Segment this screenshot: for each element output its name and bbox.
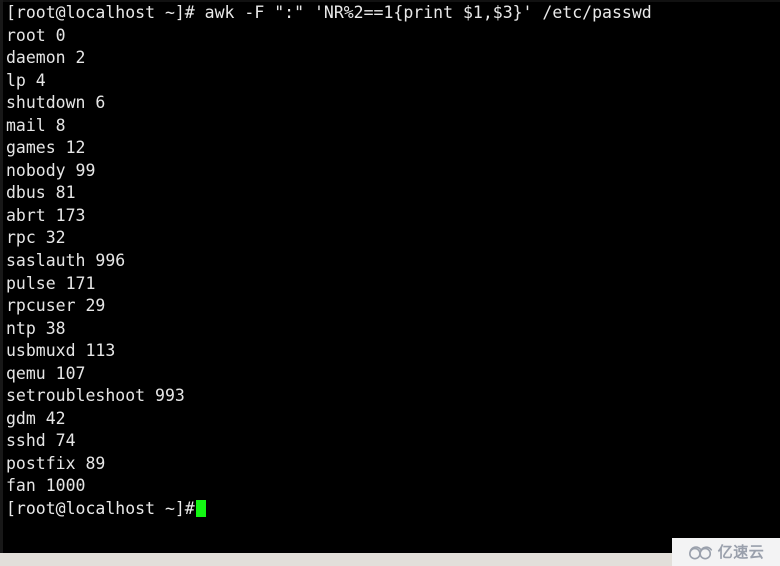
screenshot-root: [root@localhost ~]# awk -F ":" 'NR%2==1{… (0, 0, 780, 566)
terminal-output-row: pulse 171 (6, 273, 96, 293)
terminal-input-line[interactable]: [root@localhost ~]# (6, 498, 776, 521)
terminal-prompt: [root@localhost ~]# (6, 499, 195, 519)
terminal-output-area: [root@localhost ~]# awk -F ":" 'NR%2==1{… (6, 2, 776, 521)
terminal-output-row: mail 8 (6, 115, 66, 135)
terminal-output-row: setroubleshoot 993 (6, 386, 185, 406)
terminal-output-row: ntp 38 (6, 318, 66, 338)
terminal-output-row: usbmuxd 113 (6, 341, 116, 361)
terminal-left-edge (0, 0, 3, 553)
terminal-output-row: rpcuser 29 (6, 296, 106, 316)
terminal-output-row: rpc 32 (6, 228, 66, 248)
terminal-output-row: sshd 74 (6, 431, 76, 451)
watermark-text: 亿速云 (717, 542, 765, 561)
status-bar (0, 553, 780, 566)
terminal-output-row: fan 1000 (6, 476, 86, 496)
terminal-output-row: qemu 107 (6, 363, 86, 383)
terminal-output-row: abrt 173 (6, 205, 86, 225)
terminal-window[interactable]: [root@localhost ~]# awk -F ":" 'NR%2==1{… (0, 0, 780, 553)
terminal-output-row: lp 4 (6, 70, 46, 90)
terminal-output-row: root 0 (6, 25, 66, 45)
terminal-output-row: games 12 (6, 138, 86, 158)
terminal-command-line: [root@localhost ~]# awk -F ":" 'NR%2==1{… (6, 3, 652, 22)
terminal-output-row: nobody 99 (6, 160, 96, 180)
terminal-output-row: daemon 2 (6, 48, 86, 68)
terminal-cursor (195, 500, 206, 518)
terminal-output-row: gdm 42 (6, 408, 66, 428)
terminal-output-row: saslauth 996 (6, 251, 126, 271)
cloud-logo-icon (688, 545, 712, 559)
terminal-output-row: postfix 89 (6, 453, 106, 473)
terminal-output-row: dbus 81 (6, 183, 76, 203)
watermark: 亿速云 (672, 538, 780, 566)
terminal-output-row: shutdown 6 (6, 93, 106, 113)
